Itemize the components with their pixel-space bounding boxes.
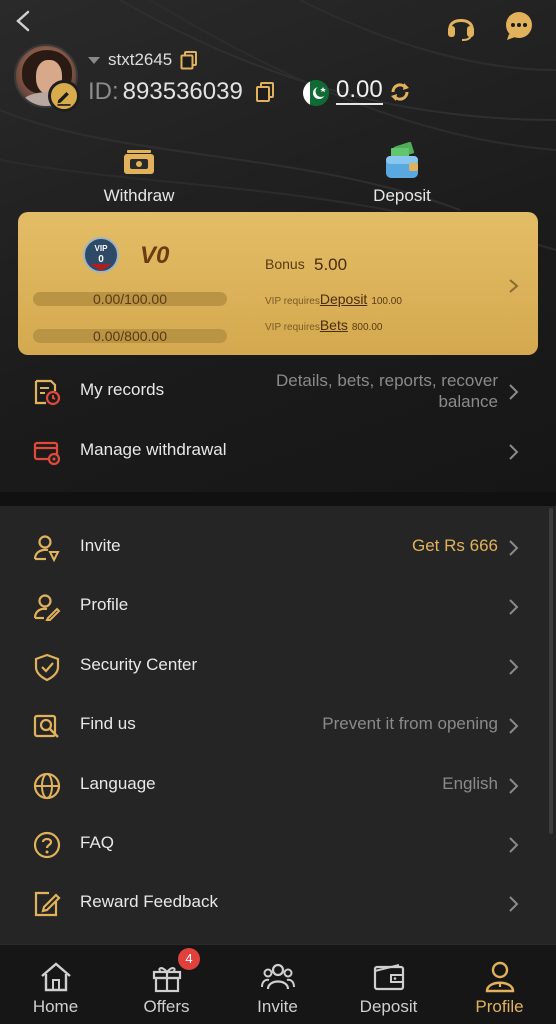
pakistan-flag-icon bbox=[303, 80, 329, 106]
vip-badge-icon: VIP 0 bbox=[83, 237, 119, 273]
menu-label: Find us bbox=[80, 714, 136, 733]
find-us-icon bbox=[33, 714, 59, 738]
menu-label: FAQ bbox=[80, 833, 115, 852]
menu-item-find-us[interactable]: Find us Prevent it from opening bbox=[0, 697, 556, 753]
menu-value: Get Rs 666 bbox=[412, 536, 498, 555]
balance-amount: 0.00 bbox=[336, 76, 383, 105]
progress-text-bets: 0.00/800.00 bbox=[93, 328, 167, 344]
menu-label: Reward Feedback bbox=[80, 892, 218, 911]
menu-item-language[interactable]: Language English bbox=[0, 757, 556, 813]
menu-label: Invite bbox=[80, 536, 121, 555]
chat-icon[interactable] bbox=[503, 10, 535, 42]
headset-icon[interactable] bbox=[444, 9, 478, 43]
question-icon bbox=[33, 831, 61, 859]
withdraw-button[interactable]: Withdraw bbox=[59, 146, 219, 206]
top-bar bbox=[0, 6, 556, 43]
person-icon bbox=[485, 961, 515, 993]
notification-badge: 4 bbox=[178, 948, 200, 970]
menu-label: Profile bbox=[80, 595, 129, 614]
tab-home[interactable]: Home bbox=[0, 945, 111, 1024]
withdraw-label: Withdraw bbox=[103, 186, 175, 205]
vip-requirement-bets: VIP requiresBets 800.00 bbox=[265, 317, 383, 333]
menu-label: Security Center bbox=[80, 655, 198, 674]
tab-profile[interactable]: Profile bbox=[444, 945, 555, 1024]
chevron-right-icon[interactable] bbox=[508, 278, 520, 294]
tab-invite[interactable]: Invite bbox=[222, 945, 333, 1024]
svg-text:0: 0 bbox=[98, 254, 104, 265]
id-value: 893536039 bbox=[122, 78, 243, 105]
chevron-right-icon bbox=[509, 444, 519, 460]
chevron-right-icon bbox=[509, 659, 519, 675]
chevron-right-icon bbox=[509, 540, 519, 556]
wallet-money-icon bbox=[386, 142, 418, 178]
tab-label: Invite bbox=[257, 997, 298, 1016]
deposit-button[interactable]: Deposit bbox=[322, 142, 482, 206]
chevron-down-icon[interactable] bbox=[88, 56, 100, 64]
menu-item-profile[interactable]: Profile bbox=[0, 578, 556, 634]
tab-label: Offers bbox=[143, 997, 190, 1016]
people-icon bbox=[261, 963, 295, 990]
invite-user-icon bbox=[33, 535, 60, 563]
menu-value: Prevent it from opening bbox=[322, 714, 498, 733]
menu-label: Language bbox=[80, 774, 156, 793]
copy-icon[interactable] bbox=[255, 81, 275, 103]
tab-label: Deposit bbox=[359, 997, 418, 1016]
id-label: ID: bbox=[88, 78, 119, 105]
menu-item-faq[interactable]: FAQ bbox=[0, 816, 556, 872]
bonus-label: Bonus bbox=[265, 256, 305, 272]
bottom-tab-bar: Home Offers Invite Deposit Profile bbox=[0, 944, 556, 1024]
tab-label: Profile bbox=[475, 997, 524, 1016]
refresh-icon[interactable] bbox=[388, 80, 412, 104]
globe-icon bbox=[33, 772, 61, 800]
menu-value-my-records: Details, bets, reports, recover balance bbox=[275, 371, 498, 411]
withdrawal-card-icon bbox=[33, 441, 61, 466]
feedback-edit-icon bbox=[34, 891, 61, 917]
username-row: stxt2645 bbox=[88, 48, 198, 72]
svg-text:VIP: VIP bbox=[95, 244, 109, 253]
chevron-right-icon bbox=[509, 718, 519, 734]
bets-link[interactable]: Bets bbox=[320, 317, 348, 333]
chevron-right-icon bbox=[509, 599, 519, 615]
records-icon bbox=[34, 379, 61, 406]
chevron-right-icon bbox=[509, 896, 519, 912]
menu-item-security-center[interactable]: Security Center bbox=[0, 638, 556, 694]
shield-check-icon bbox=[34, 653, 60, 682]
menu-item-manage-withdrawal[interactable]: Manage withdrawal bbox=[0, 423, 556, 479]
vip-requirement-deposit: VIP requiresDeposit 100.00 bbox=[265, 291, 402, 307]
tab-deposit[interactable]: Deposit bbox=[333, 945, 444, 1024]
chevron-right-icon bbox=[509, 384, 519, 400]
username: stxt2645 bbox=[108, 50, 173, 69]
progress-text-deposit: 0.00/100.00 bbox=[93, 291, 167, 307]
tab-offers[interactable]: Offers bbox=[111, 945, 222, 1024]
copy-icon[interactable] bbox=[180, 50, 198, 70]
section-divider bbox=[0, 492, 556, 506]
chevron-right-icon bbox=[509, 778, 519, 794]
deposit-label: Deposit bbox=[373, 186, 431, 205]
back-icon[interactable] bbox=[12, 8, 36, 36]
menu-label: Manage withdrawal bbox=[80, 440, 227, 459]
vip-level: V0 bbox=[140, 242, 170, 269]
home-icon bbox=[41, 962, 71, 992]
chevron-right-icon bbox=[509, 837, 519, 853]
edit-icon[interactable] bbox=[48, 80, 80, 112]
vip-card[interactable]: VIP 0 V0 0.00/100.00 0.00/800.00 Bonus 5… bbox=[18, 212, 538, 355]
withdraw-icon bbox=[124, 150, 154, 174]
menu-value: English bbox=[442, 774, 498, 793]
deposit-link[interactable]: Deposit bbox=[320, 291, 367, 307]
user-id-row: ID: 893536039 bbox=[88, 76, 275, 108]
menu-item-reward-feedback[interactable]: Reward Feedback bbox=[0, 875, 556, 931]
menu-label: My records bbox=[80, 380, 165, 399]
menu-item-invite[interactable]: Invite Get Rs 666 bbox=[0, 519, 556, 575]
wallet-icon bbox=[373, 964, 405, 991]
bonus-value: 5.00 bbox=[314, 255, 348, 274]
profile-edit-icon bbox=[33, 594, 61, 621]
tab-label: Home bbox=[32, 997, 79, 1016]
